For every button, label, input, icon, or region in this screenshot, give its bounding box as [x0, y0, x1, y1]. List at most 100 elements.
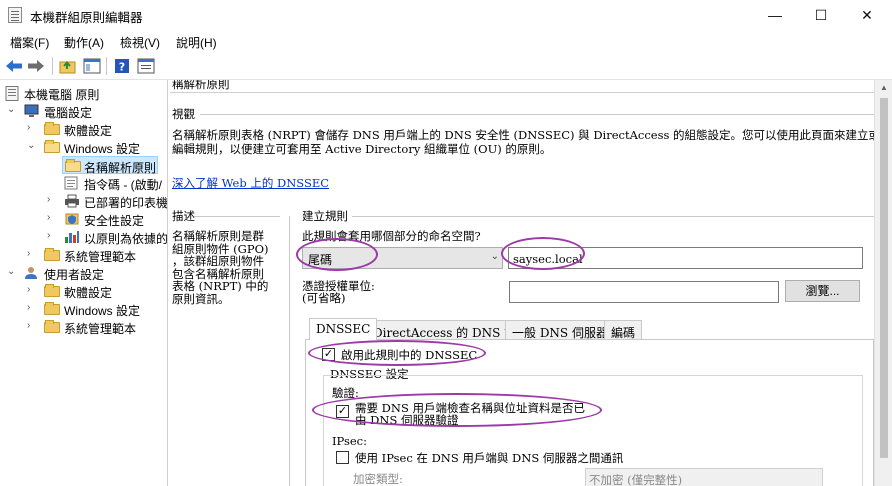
- folder-icon: [44, 248, 60, 261]
- tree-item-windows-settings[interactable]: ⌄ Windows 設定: [0, 138, 167, 156]
- minimize-button[interactable]: —: [752, 0, 798, 30]
- create-rules-label: 建立規則: [302, 209, 348, 223]
- tree-item-label: 指令碼 - (啟動/: [84, 178, 162, 192]
- title-bar: 本機群組原則編輯器 — ☐ ✕: [0, 0, 892, 30]
- learn-dnssec-link[interactable]: 深入了解 Web 上的 DNSSEC: [172, 175, 329, 191]
- enable-dnssec-label[interactable]: 啟用此規則中的 DNSSEC: [341, 347, 477, 363]
- ipsec-label: IPsec:: [332, 434, 367, 448]
- tree-item-user-software-settings[interactable]: › 軟體設定: [0, 282, 167, 300]
- tree-item-label: 本機電腦 原則: [24, 88, 100, 102]
- encryption-type-label: 加密類型:: [353, 472, 403, 486]
- require-validation-checkbox[interactable]: ✓: [336, 405, 349, 418]
- folder-icon: [65, 159, 81, 172]
- menu-view[interactable]: 檢視(V): [120, 34, 160, 51]
- tab-encoding[interactable]: 編碼: [604, 320, 643, 340]
- tree-item-security-settings[interactable]: › 安全性設定: [0, 210, 167, 228]
- tree-item-user-configuration[interactable]: ⌄ 使用者設定: [0, 264, 167, 282]
- menu-bar: 檔案(F) 動作(A) 檢視(V) 說明(H): [0, 30, 892, 52]
- chevron-right-icon[interactable]: ›: [27, 284, 37, 298]
- tree-item-label: 使用者設定: [44, 268, 105, 282]
- tab-generic-dns-server[interactable]: 一般 DNS 伺服器: [505, 320, 615, 340]
- chevron-down-icon[interactable]: ⌄: [7, 104, 17, 118]
- window-title: 本機群組原則編輯器: [30, 11, 143, 25]
- menu-help[interactable]: 說明(H): [176, 34, 217, 51]
- properties-icon[interactable]: [136, 57, 156, 75]
- tree-item-label: 安全性設定: [84, 214, 145, 228]
- chevron-down-icon: ⌄: [490, 251, 499, 262]
- tree-item-user-administrative-templates[interactable]: › 系統管理範本: [0, 318, 167, 336]
- tree-item-administrative-templates[interactable]: › 系統管理範本: [0, 246, 167, 264]
- cert-authority-optional: (可省略): [302, 291, 346, 305]
- up-folder-icon[interactable]: [58, 57, 78, 75]
- back-icon[interactable]: [4, 57, 24, 75]
- chevron-right-icon[interactable]: ›: [47, 230, 57, 244]
- tree-item-computer-configuration[interactable]: ⌄ 電腦設定: [0, 102, 167, 120]
- tree-item-label: Windows 設定: [64, 304, 141, 318]
- svg-text:?: ?: [119, 61, 125, 74]
- folder-icon: [44, 320, 60, 333]
- tree-item-label: 軟體設定: [64, 124, 113, 138]
- browse-button[interactable]: 瀏覽...: [785, 280, 860, 302]
- page-header-partial: 稱解析原則: [172, 80, 230, 91]
- tree-item-software-settings[interactable]: › 軟體設定: [0, 120, 167, 138]
- tree-item-user-windows-settings[interactable]: › Windows 設定: [0, 300, 167, 318]
- computer-policy-icon: [5, 86, 21, 101]
- namespace-value-input[interactable]: saysec.local: [508, 247, 863, 269]
- app-icon: [8, 7, 22, 23]
- tree-item-local-computer-policy[interactable]: 本機電腦 原則: [0, 84, 167, 102]
- chevron-right-icon[interactable]: ›: [27, 320, 37, 334]
- description-text: 名稱解析原則是群 組原則物件 (GPO) ，該群組原則物件 包含名稱解析原則 表…: [172, 229, 269, 306]
- tree-item-label: Windows 設定: [64, 142, 141, 156]
- chevron-down-icon[interactable]: ⌄: [7, 266, 17, 280]
- tree-item-deployed-printers[interactable]: › 已部署的印表機: [0, 192, 168, 210]
- maximize-button[interactable]: ☐: [798, 0, 844, 30]
- security-icon: [64, 212, 80, 226]
- namespace-question: 此規則會套用哪個部分的命名空間?: [302, 229, 481, 243]
- namespace-value-text: saysec.local: [513, 252, 583, 266]
- tab-dnssec[interactable]: DNSSEC: [309, 318, 378, 340]
- help-icon[interactable]: ?: [112, 57, 132, 75]
- tree-item-label: 以原則為依據的: [84, 232, 168, 246]
- tree-item-label: 電腦設定: [44, 106, 93, 120]
- user-icon: [24, 266, 40, 280]
- overview-label: 視觀: [172, 107, 195, 121]
- menu-file[interactable]: 檔案(F): [10, 34, 49, 51]
- menu-action[interactable]: 動作(A): [64, 34, 104, 51]
- description-label: 描述: [172, 209, 195, 223]
- chevron-right-icon[interactable]: ›: [27, 302, 37, 316]
- namespace-type-select[interactable]: 尾碼 ⌄: [302, 247, 503, 269]
- computer-icon: [24, 104, 40, 118]
- tree-item-policy-based-qos[interactable]: › 以原則為依據的: [0, 228, 168, 246]
- validation-label: 驗證:: [332, 386, 359, 400]
- console-tree: 本機電腦 原則 ⌄ 電腦設定 › 軟體設定 ⌄ Windows 設定 名稱解析原…: [0, 80, 168, 486]
- scroll-up-icon[interactable]: ▲: [879, 83, 889, 93]
- tree-item-label: 軟體設定: [64, 286, 113, 300]
- chevron-right-icon[interactable]: ›: [27, 248, 37, 262]
- tree-item-name-resolution-policy[interactable]: 名稱解析原則: [62, 156, 158, 175]
- tree-item-label: 系統管理範本: [64, 322, 137, 336]
- use-ipsec-checkbox[interactable]: [336, 451, 349, 464]
- chevron-down-icon[interactable]: ⌄: [27, 140, 37, 154]
- tree-item-scripts[interactable]: 指令碼 - (啟動/: [0, 174, 167, 192]
- encryption-type-value: 不加密 (僅完整性): [589, 473, 683, 486]
- forward-icon[interactable]: [26, 57, 46, 75]
- show-hide-tree-icon[interactable]: [82, 57, 102, 75]
- scroll-thumb[interactable]: [880, 98, 888, 458]
- use-ipsec-label[interactable]: 使用 IPsec 在 DNS 用戶端與 DNS 伺服器之間通訊: [355, 450, 623, 466]
- tree-item-label: 系統管理範本: [64, 250, 137, 264]
- content-scrollbar[interactable]: ▲: [874, 80, 892, 486]
- require-validation-line2[interactable]: 由 DNS 伺服器驗證: [355, 412, 458, 428]
- script-icon: [64, 176, 80, 190]
- namespace-type-value: 尾碼: [308, 253, 333, 267]
- enable-dnssec-checkbox[interactable]: ✓: [322, 348, 335, 361]
- toolbar: ?: [0, 52, 892, 80]
- overview-text-line2: 編輯規則，以便建立可套用至 Active Directory 組織單位 (OU)…: [172, 142, 552, 156]
- chevron-right-icon[interactable]: ›: [47, 194, 57, 208]
- cert-authority-input[interactable]: [509, 281, 779, 303]
- folder-icon: [44, 122, 60, 135]
- chevron-right-icon[interactable]: ›: [27, 122, 37, 136]
- close-button[interactable]: ✕: [844, 0, 890, 30]
- tree-item-label: 已部署的印表機: [84, 196, 168, 210]
- chevron-right-icon[interactable]: ›: [47, 212, 57, 226]
- encryption-type-select[interactable]: 不加密 (僅完整性): [585, 468, 823, 486]
